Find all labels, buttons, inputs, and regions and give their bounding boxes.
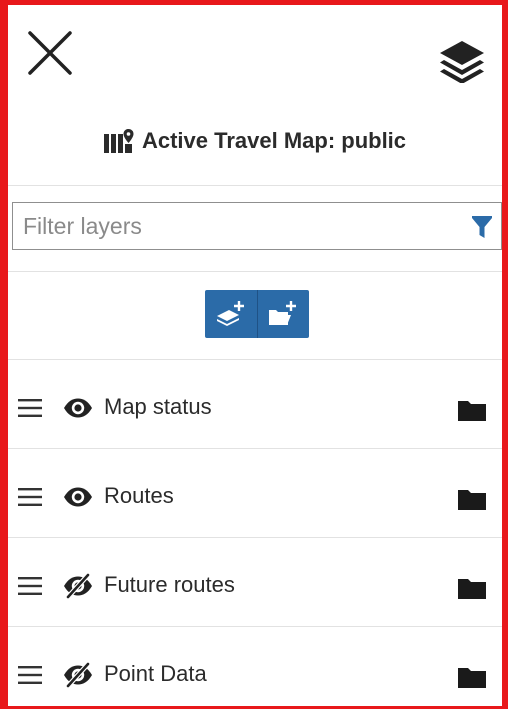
folder-icon[interactable] (458, 488, 486, 510)
filter-layers-input[interactable] (13, 203, 453, 249)
folder-icon[interactable] (458, 399, 486, 421)
layer-label: Map status (104, 394, 212, 419)
drag-handle-icon[interactable] (18, 576, 42, 596)
close-button[interactable] (26, 29, 74, 77)
layer-label: Future routes (104, 572, 235, 597)
layer-label: Point Data (104, 661, 207, 686)
layer-panel: Active Travel Map: public Filter layers … (8, 5, 502, 706)
map-marker-icon (103, 129, 134, 153)
layer-panel-frame: Active Travel Map: public Filter layers … (0, 0, 508, 709)
layer-row: Point Data (8, 626, 502, 706)
add-layer-button[interactable] (205, 290, 257, 338)
eye-slash-icon[interactable] (63, 662, 93, 688)
divider (8, 271, 502, 272)
eye-icon[interactable] (63, 395, 93, 421)
map-title-row: Active Travel Map: public (8, 123, 502, 159)
layer-list: Map status Routes Future routes Point Da… (8, 359, 502, 706)
drag-handle-icon[interactable] (18, 398, 42, 418)
layer-label: Routes (104, 483, 174, 508)
add-folder-button[interactable] (256, 290, 309, 338)
add-button-group (205, 290, 309, 338)
folder-icon[interactable] (458, 577, 486, 599)
drag-handle-icon[interactable] (18, 487, 42, 507)
filter-box (12, 202, 502, 250)
layer-row: Map status (8, 359, 502, 448)
add-layer-icon (216, 301, 244, 326)
eye-slash-icon[interactable] (63, 573, 93, 599)
filter-funnel-icon[interactable] (471, 216, 493, 240)
layer-row: Routes (8, 448, 502, 537)
layer-row: Future routes (8, 537, 502, 626)
page-title: Active Travel Map: public (141, 128, 407, 153)
drag-handle-icon[interactable] (18, 665, 42, 685)
eye-icon[interactable] (63, 484, 93, 510)
divider (8, 185, 502, 186)
folder-icon[interactable] (458, 666, 486, 688)
layers-stack-icon (440, 41, 484, 84)
add-folder-icon (269, 301, 297, 325)
layers-button[interactable] (438, 39, 486, 84)
close-icon (28, 31, 72, 75)
